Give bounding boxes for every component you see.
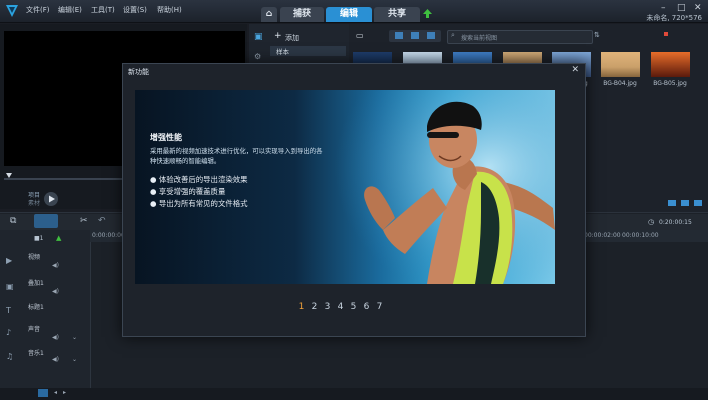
play-button[interactable] [44, 192, 58, 206]
add-folder-label[interactable]: 添加 [285, 33, 299, 43]
minimize-icon[interactable]: – [661, 3, 666, 13]
view-mode-icon[interactable] [681, 200, 689, 206]
zoom-fit-icon[interactable] [38, 389, 48, 397]
media-library-icon[interactable]: ▣ [254, 32, 263, 42]
page-link[interactable]: 3 [321, 302, 334, 312]
track-headers [0, 230, 91, 390]
menu-edit[interactable]: 编辑(E) [58, 5, 82, 15]
track-label-video: 视频 [28, 254, 41, 261]
feature-description: 采用最新的视频加速技术进行优化，可以实现导入到导出的各种快速顺畅的智能编辑。 [150, 147, 323, 165]
feature-bullet-text: 体验改善后的导出渲染效果 [158, 175, 248, 184]
search-box[interactable]: ⌕ 搜索当前视图 [447, 30, 593, 44]
undo-icon[interactable]: ↶ [98, 216, 106, 226]
hero-banner: 增强性能 采用最新的视频加速技术进行优化，可以实现导入到导出的各种快速顺畅的智能… [135, 90, 555, 284]
chevron-down-icon[interactable]: ⌄ [72, 356, 77, 363]
menu-help[interactable]: 帮助(H) [157, 5, 182, 15]
menu-tools[interactable]: 工具(T) [91, 5, 115, 15]
tab-capture[interactable]: 捕获 [280, 7, 324, 22]
title-track-icon: T [6, 306, 11, 315]
track-label-overlay: 叠加1 [28, 280, 44, 287]
track-count: ■1 [34, 235, 44, 242]
close-icon[interactable]: ✕ [571, 65, 579, 75]
maximize-icon[interactable]: □ [677, 3, 686, 13]
music-track-icon: ♫ [6, 352, 14, 361]
close-library-icon[interactable] [664, 32, 668, 36]
status-bar [0, 388, 708, 400]
track-label-voice: 声音 [28, 326, 41, 333]
scroll-left-icon[interactable]: ◂ [54, 389, 57, 396]
transition-icon[interactable]: ⚙ [254, 52, 261, 61]
timeline-view-button[interactable] [34, 214, 58, 228]
page-link[interactable]: 7 [373, 302, 386, 312]
storyboard-view-icon[interactable]: ⧉ [10, 216, 16, 226]
tab-share[interactable]: 共享 [374, 7, 420, 22]
home-button[interactable]: ⌂ [261, 7, 277, 22]
clock-icon: ◷ [648, 218, 655, 226]
video-filter-icon[interactable] [395, 32, 403, 39]
volume-icon[interactable]: ◀) [52, 288, 59, 295]
volume-icon[interactable]: ◀) [52, 334, 59, 341]
home-icon: ⌂ [265, 9, 273, 19]
video-track-icon: ▶ [6, 256, 13, 265]
feature-heading: 增强性能 [150, 133, 182, 142]
menu-bar: 文件(F) 编辑(E) 工具(T) 设置(S) 帮助(H) ⌂ 捕获 编辑 共享… [0, 0, 708, 23]
menu-file[interactable]: 文件(F) [26, 5, 50, 15]
folder-label: 样本 [276, 48, 289, 56]
thumbnail-label: BG-B05.jpg [653, 80, 687, 87]
volume-icon[interactable]: ◀) [52, 262, 59, 269]
page-link[interactable]: 6 [360, 302, 373, 312]
feature-bullet: ● 享受增强的覆盖质量 [150, 187, 226, 196]
add-track-icon[interactable]: ▲ [56, 234, 61, 242]
close-window-icon[interactable]: ✕ [694, 3, 702, 13]
track-label-music: 音乐1 [28, 350, 44, 357]
feature-bullet: ● 导出为所有常见的文件格式 [150, 199, 248, 208]
track-label-title: 标题1 [28, 304, 44, 311]
audio-filter-icon[interactable] [427, 32, 435, 39]
feature-bullet-text: 享受增强的覆盖质量 [158, 187, 226, 196]
page-link[interactable]: 5 [347, 302, 360, 312]
view-mode-icon[interactable] [694, 200, 702, 206]
thumbnail-bg-b05[interactable] [651, 52, 690, 77]
search-icon: ⌕ [451, 31, 455, 39]
timecode-display[interactable]: 0:20:00:15 [659, 219, 692, 226]
chevron-down-icon[interactable]: ⌄ [72, 334, 77, 341]
swimmer-image [335, 90, 555, 284]
clip-label[interactable]: 素材 [28, 198, 40, 207]
dialog-title: 新功能 [128, 68, 149, 76]
library-folder-item[interactable]: 样本 [270, 46, 346, 56]
voice-track-icon: ♪ [6, 328, 12, 337]
project-info: 未命名, 720*576 [646, 14, 702, 22]
menu-settings[interactable]: 设置(S) [123, 5, 147, 15]
ruler-tick-label: 0:00:00:00 [92, 232, 125, 239]
feature-bullet: ● 体验改善后的导出渲染效果 [150, 175, 248, 184]
upload-icon[interactable] [423, 9, 432, 18]
page-link[interactable]: 1 [295, 302, 308, 312]
app-logo-icon [6, 5, 18, 17]
play-icon [49, 195, 55, 203]
search-input[interactable]: 搜索当前视图 [461, 33, 497, 42]
ruler-tick-label: 00:00:02:00 [584, 232, 621, 239]
folder-icon[interactable]: ▭ [356, 31, 364, 40]
feature-bullet-text: 导出为所有常见的文件格式 [158, 199, 248, 208]
tools-icon[interactable]: ✂ [80, 216, 88, 226]
thumbnail-bg-b04[interactable] [601, 52, 640, 77]
whats-new-dialog: 新功能 ✕ 增强性能 采用最新的视频加速技术进行优化，可以实现导入到导出的各种快… [122, 63, 586, 337]
add-icon[interactable]: + [274, 31, 282, 41]
view-mode-icon[interactable] [668, 200, 676, 206]
ruler-tick-label: 00:00:10:00 [622, 232, 659, 239]
photo-filter-icon[interactable] [411, 32, 419, 39]
sort-icon[interactable]: ⇅ [594, 31, 600, 39]
overlay-track-icon: ▣ [6, 282, 14, 291]
scroll-right-icon[interactable]: ▸ [63, 389, 66, 396]
thumbnail-label: BG-B04.jpg [603, 80, 637, 87]
page-indicator: 1234567 [295, 302, 386, 312]
page-link[interactable]: 2 [308, 302, 321, 312]
view-filter-buttons[interactable] [389, 30, 441, 42]
volume-icon[interactable]: ◀) [52, 356, 59, 363]
tab-edit[interactable]: 编辑 [326, 7, 372, 22]
page-link[interactable]: 4 [334, 302, 347, 312]
